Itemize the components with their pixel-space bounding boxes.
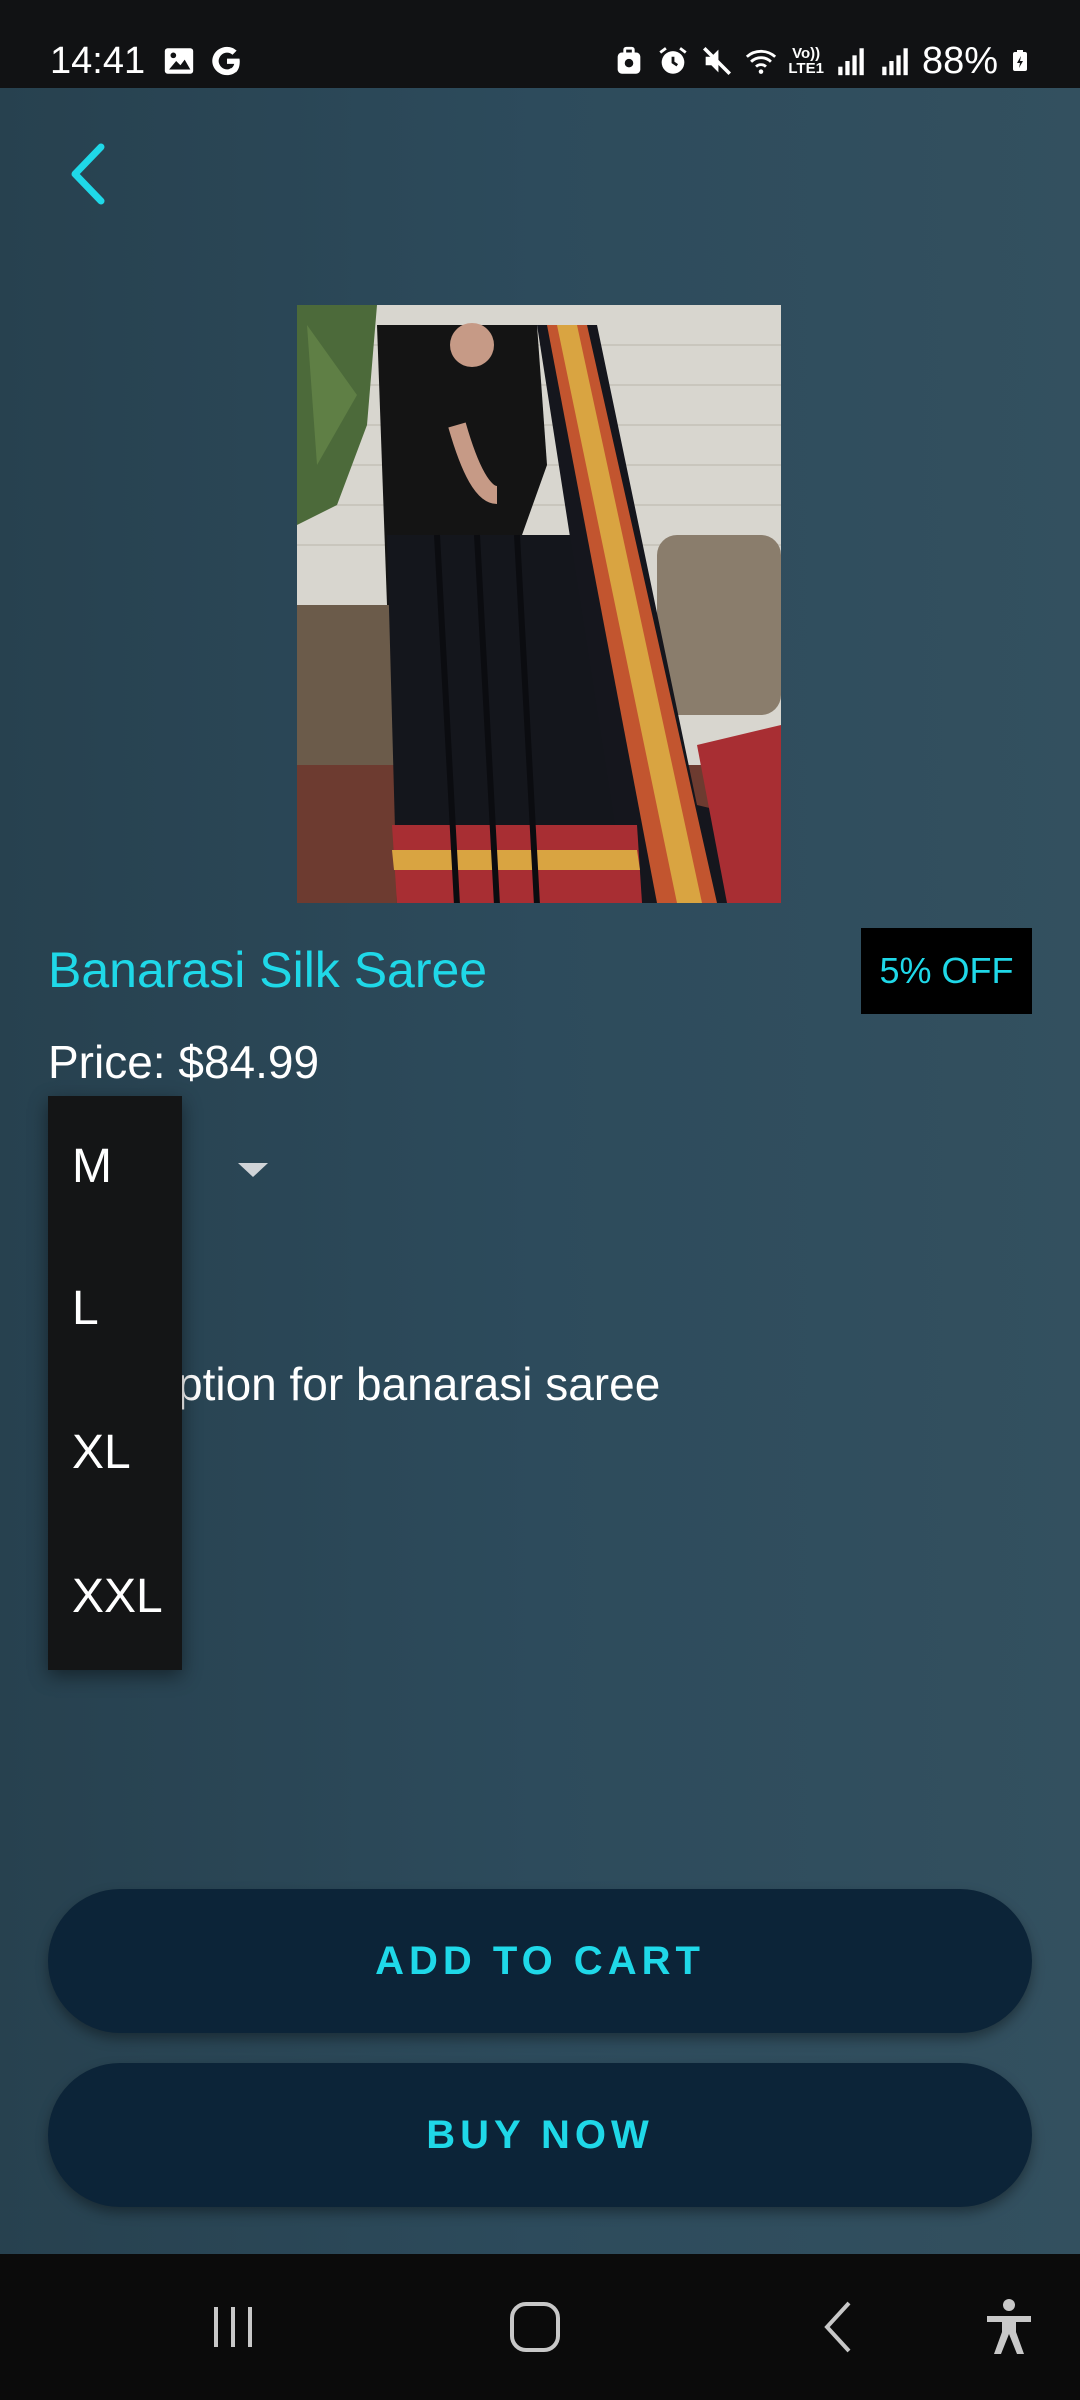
product-detail-screen: Banarasi Silk Saree 5% OFF Price: $84.99… (0, 88, 1080, 2254)
home-icon (510, 2302, 560, 2352)
google-icon (212, 46, 240, 76)
chevron-left-icon (71, 143, 105, 205)
battery-charging-icon (1013, 50, 1027, 71)
size-option-xl[interactable]: XL (48, 1380, 182, 1524)
dropdown-arrow-icon[interactable] (236, 1160, 270, 1180)
recents-icon (214, 2307, 252, 2347)
add-to-cart-button[interactable]: ADD TO CART (48, 1889, 1032, 2033)
status-time: 14:41 (50, 40, 146, 82)
signal-icon-2 (882, 48, 908, 76)
back-button[interactable] (48, 134, 128, 214)
product-price: Price: $84.99 (48, 1036, 320, 1088)
alarm-icon (659, 47, 687, 74)
buy-now-button[interactable]: BUY NOW (48, 2063, 1032, 2207)
image-icon (164, 48, 194, 74)
accessibility-button[interactable] (976, 2294, 1042, 2360)
system-nav-bar (0, 2254, 1080, 2400)
battery-percent: 88% (921, 40, 998, 82)
status-bar: 14:41 Vo)) LTE1 88% (0, 0, 1080, 88)
product-description: ption for banarasi saree (177, 1358, 661, 1410)
saree-photo (297, 305, 781, 903)
product-image (297, 305, 781, 903)
home-button[interactable] (502, 2294, 568, 2360)
wifi-icon (746, 49, 777, 74)
back-icon (824, 2301, 851, 2353)
work-profile-icon (618, 46, 641, 74)
mute-icon (703, 46, 732, 76)
accessibility-icon (987, 2299, 1031, 2354)
size-option-l[interactable]: L (48, 1236, 182, 1380)
signal-icon (838, 48, 864, 76)
size-option-m[interactable]: M (48, 1096, 182, 1236)
product-title: Banarasi Silk Saree (48, 942, 488, 998)
size-option-xxl[interactable]: XXL (48, 1524, 182, 1668)
recents-button[interactable] (200, 2294, 266, 2360)
size-dropdown-menu: M L XL XXL (48, 1096, 182, 1670)
discount-badge: 5% OFF (861, 928, 1032, 1014)
nav-back-button[interactable] (806, 2294, 872, 2360)
volte-icon: Vo)) LTE1 (788, 45, 824, 77)
